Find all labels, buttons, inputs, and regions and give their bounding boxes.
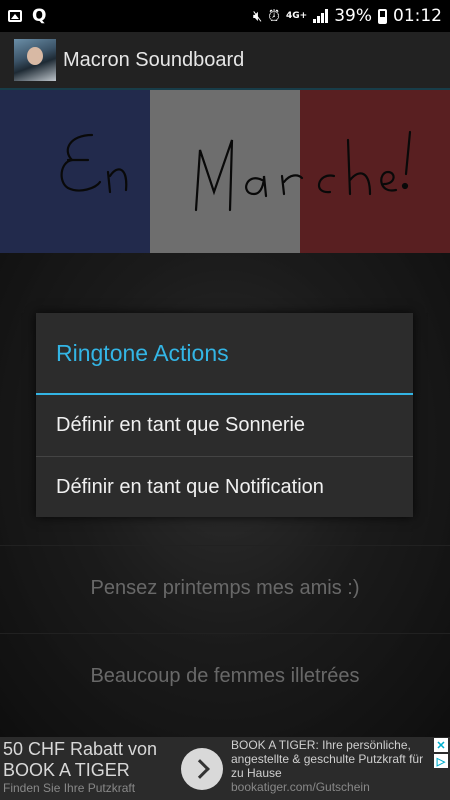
signal-icon	[313, 9, 329, 23]
adchoices-icon[interactable]: ▷	[434, 754, 448, 768]
clock: 01:12	[393, 6, 442, 26]
ad-url[interactable]: bookatiger.com/Gutschein	[231, 780, 431, 794]
set-as-notification-option[interactable]: Définir en tant que Notification	[36, 456, 413, 517]
ad-headline[interactable]: 50 CHF Rabatt von BOOK A TIGER	[3, 739, 183, 781]
app-icon[interactable]	[14, 39, 56, 81]
alarm-icon: ⏰︎	[268, 7, 280, 25]
network-type-label: 4G+	[286, 10, 308, 21]
action-bar: Macron Soundboard	[0, 32, 450, 90]
ad-close-icon[interactable]: ✕	[434, 738, 448, 752]
image-notification-icon	[8, 10, 22, 22]
q-app-notification-icon: Q	[32, 6, 47, 26]
app-title: Macron Soundboard	[63, 48, 245, 71]
ad-banner[interactable]: 50 CHF Rabatt von BOOK A TIGER Finden Si…	[0, 737, 450, 800]
mute-icon: 🔇︎	[252, 7, 263, 25]
dialog-title: Ringtone Actions	[36, 313, 413, 395]
ad-arrow-button[interactable]	[181, 748, 223, 790]
chevron-right-icon	[189, 759, 210, 779]
set-as-ringtone-option[interactable]: Définir en tant que Sonnerie	[36, 395, 413, 456]
ad-subtext[interactable]: Finden Sie Ihre Putzkraft	[3, 781, 183, 795]
status-bar: Q 🔇︎ ⏰︎ 4G+ 39% 01:12	[0, 0, 450, 32]
battery-percent: 39%	[334, 6, 372, 26]
ad-body[interactable]: BOOK A TIGER: Ihre persönliche, angestel…	[231, 738, 431, 780]
ringtone-actions-dialog: Ringtone Actions Définir en tant que Son…	[36, 313, 413, 517]
battery-icon	[378, 8, 387, 24]
